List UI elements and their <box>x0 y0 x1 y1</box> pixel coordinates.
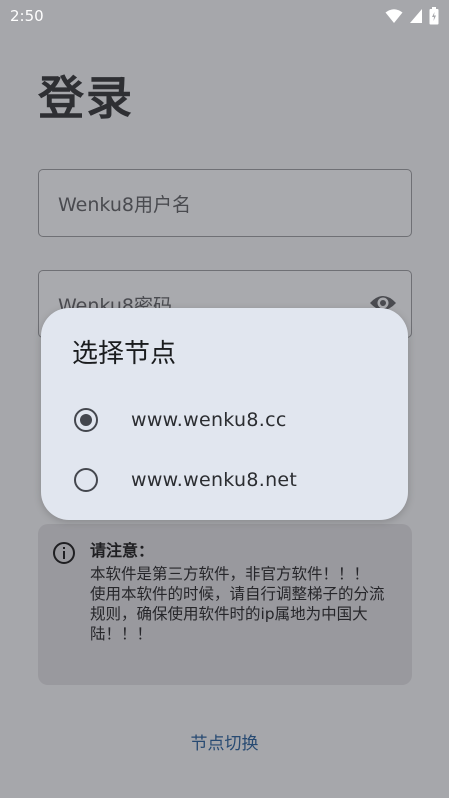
signal-icon <box>409 8 423 24</box>
username-field[interactable]: Wenku8用户名 <box>38 169 412 237</box>
switch-node-link[interactable]: 节点切换 <box>0 729 449 754</box>
node-option-wenku8-net[interactable]: www.wenku8.net <box>41 452 408 508</box>
status-icons <box>385 7 439 25</box>
page-title: 登录 <box>38 71 134 125</box>
node-option-wenku8-cc[interactable]: www.wenku8.cc <box>41 392 408 448</box>
radio-selected-icon[interactable] <box>74 408 98 432</box>
info-icon <box>52 541 76 569</box>
notice-title: 请注意： <box>90 541 155 560</box>
node-select-dialog: 选择节点 www.wenku8.cc www.wenku8.net <box>41 308 408 520</box>
status-bar: 2:50 <box>0 0 449 32</box>
dialog-title: 选择节点 <box>72 339 177 369</box>
username-placeholder: Wenku8用户名 <box>58 193 191 216</box>
node-option-label: www.wenku8.net <box>131 469 298 491</box>
notice-card: 请注意： 本软件是第三方软件，非官方软件！！！ 使用本软件的时候，请自行调整梯子… <box>38 524 412 685</box>
battery-icon <box>429 7 439 25</box>
node-option-label: www.wenku8.cc <box>131 409 287 431</box>
radio-unselected-icon[interactable] <box>74 468 98 492</box>
status-time: 2:50 <box>10 7 44 25</box>
notice-body: 本软件是第三方软件，非官方软件！！！ 使用本软件的时候，请自行调整梯子的分流规则… <box>90 565 385 643</box>
wifi-icon <box>385 8 403 24</box>
